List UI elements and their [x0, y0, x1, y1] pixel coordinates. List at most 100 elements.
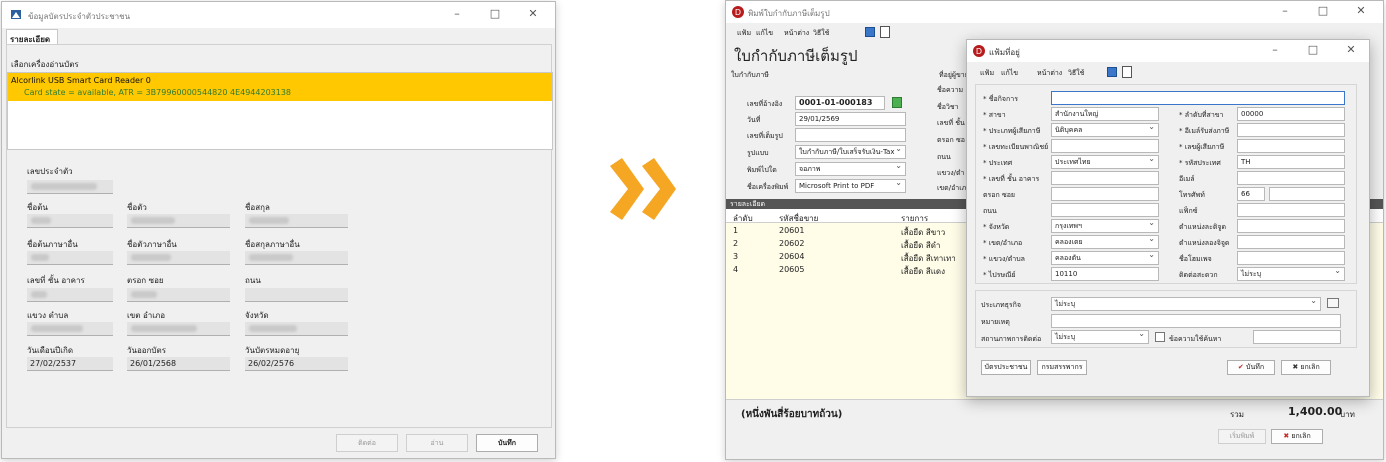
start-print-button[interactable]: เริ่มพิมพ์	[1218, 429, 1266, 444]
menu-bar: แฟ้ม แก้ไข หน้าต่าง วิธีใช้	[726, 24, 1383, 40]
dialog-menu-file[interactable]: แฟ้ม	[980, 68, 994, 79]
contact-status-select[interactable]: ไม่ระบุ	[1051, 330, 1149, 344]
reader-group-label: เลือกเครื่องอ่านบัตร	[11, 60, 79, 69]
main-cancel-button[interactable]: ✖ ยกเลิก	[1271, 429, 1323, 444]
menu-file[interactable]: แฟ้ม	[737, 28, 751, 39]
printer-select[interactable]: Microsoft Print to PDF	[795, 179, 906, 193]
dialog-input[interactable]: 00000	[1237, 107, 1345, 121]
dialog-input[interactable]	[1237, 171, 1345, 185]
subdistrict-field	[27, 322, 113, 336]
dialog-field-label: ติดต่อสะดวก	[1179, 271, 1218, 279]
printer-label: ชื่อเครื่องพิมพ์	[747, 183, 789, 191]
dialog-select[interactable]: คลองตัน	[1051, 251, 1159, 265]
format-select[interactable]: ใบกำกับภาษี/ใบเสร็จรับเงิน-Tax	[795, 145, 906, 159]
total-value: 1,400.00	[1288, 405, 1343, 418]
search-msg-checkbox[interactable]	[1155, 332, 1165, 342]
maximize-button[interactable]: □	[1309, 3, 1337, 19]
reader-list[interactable]: Alcorlink USB Smart Card Reader 0 Card s…	[7, 72, 553, 150]
dialog-input[interactable]	[1051, 171, 1159, 185]
menu-window[interactable]: หน้าต่าง	[784, 28, 809, 39]
dialog-input[interactable]	[1237, 139, 1345, 153]
cell-code: 20604	[779, 252, 805, 261]
remark-field[interactable]	[1051, 314, 1341, 328]
dialog-input[interactable]	[1051, 187, 1159, 201]
menu-help[interactable]: วิธีใช้	[813, 28, 829, 39]
dialog-input[interactable]	[1237, 203, 1345, 217]
dialog-input[interactable]	[1051, 139, 1159, 153]
dialog-select[interactable]: คลองเตย	[1051, 235, 1159, 249]
calculator-icon[interactable]	[865, 27, 875, 37]
read-button[interactable]: อ่าน	[406, 434, 468, 452]
doc-no-label: เลขที่อ้างอิง	[747, 100, 783, 108]
dialog-menu-help[interactable]: วิธีใช้	[1068, 68, 1084, 79]
dialog-minimize-button[interactable]: –	[1261, 42, 1289, 58]
dialog-menu-window[interactable]: หน้าต่าง	[1037, 68, 1062, 79]
menu-edit[interactable]: แก้ไข	[756, 28, 773, 39]
dialog-input[interactable]	[1237, 235, 1345, 249]
dialog-select[interactable]: กรุงเทพฯ	[1051, 219, 1159, 233]
calendar-icon[interactable]	[880, 26, 890, 38]
cell-no: 1	[733, 226, 739, 235]
col-code[interactable]: รหัสชื่อขาย	[779, 212, 818, 225]
cell-no: 3	[733, 252, 739, 261]
houseno-field	[27, 288, 113, 302]
reader-list-item[interactable]: Alcorlink USB Smart Card Reader 0 Card s…	[8, 73, 552, 101]
cell-no: 2	[733, 239, 739, 248]
folder-icon[interactable]	[1327, 298, 1339, 308]
dialog-save-button[interactable]: ✔ บันทึก	[1227, 360, 1275, 375]
dialog-close-button[interactable]: ✕	[1337, 42, 1365, 58]
dialog-select[interactable]: ประเทศไทย	[1051, 155, 1159, 169]
dialog-save-label: บันทึก	[1246, 363, 1265, 371]
phone-extra-input[interactable]	[1269, 187, 1345, 201]
connect-button[interactable]: ติดต่อ	[336, 434, 398, 452]
id-card-window: ข้อมูลบัตรประจำตัวประชาชน – □ ✕ รายละเอี…	[1, 1, 556, 459]
dialog-input[interactable]	[1051, 203, 1159, 217]
dialog-select[interactable]: นิติบุคคล	[1051, 123, 1159, 137]
col-item[interactable]: รายการ	[901, 212, 928, 225]
dialog-input[interactable]	[1237, 251, 1345, 265]
tab-details[interactable]: รายละเอียด	[6, 29, 58, 45]
dialog-input[interactable]: 66	[1237, 187, 1265, 201]
fullref-field[interactable]	[795, 128, 906, 142]
dialog-input[interactable]	[1237, 123, 1345, 137]
subdistrict-label: แขวง ตำบล	[27, 311, 69, 320]
dialog-field-label: * เขต/อำเภอ	[983, 239, 1023, 247]
calculator-icon[interactable]	[1107, 67, 1117, 77]
doc-no-field[interactable]: 0001-01-000183	[795, 96, 885, 110]
dialog-input[interactable]	[1237, 219, 1345, 233]
total-label: รวม	[1230, 410, 1245, 419]
search-msg-field[interactable]	[1253, 330, 1341, 344]
dialog-input[interactable]: 10110	[1051, 267, 1159, 281]
dialog-field-label: * จังหวัด	[983, 223, 1010, 231]
revenue-dept-button[interactable]: กรมสรรพากร	[1037, 360, 1087, 375]
group-label: ใบกำกับภาษี	[731, 71, 769, 79]
dialog-select[interactable]: ไม่ระบุ	[1237, 267, 1345, 281]
dialog-maximize-button[interactable]: □	[1299, 42, 1327, 58]
dialog-menu-edit[interactable]: แก้ไข	[1001, 68, 1018, 79]
business-type-select[interactable]: ไม่ระบุ	[1051, 297, 1321, 311]
minimize-button[interactable]: –	[443, 6, 471, 22]
date-field[interactable]: 29/01/2569	[795, 112, 906, 126]
dialog-cancel-button[interactable]: ✖ ยกเลิก	[1281, 360, 1331, 375]
dialog-field-label: อีเมล์	[1179, 175, 1195, 183]
close-button[interactable]: ✕	[1347, 3, 1375, 19]
dialog-input[interactable]: สำนักงานใหญ่	[1051, 107, 1159, 121]
col-no[interactable]: ลำดับ	[733, 212, 753, 225]
group-label-2: ที่อยู่ผู้ขาย	[939, 71, 969, 79]
calendar-icon[interactable]	[1122, 66, 1132, 78]
dialog-input[interactable]: TH	[1237, 155, 1345, 169]
alley-label: ตรอก ซอย	[127, 276, 164, 285]
print-to-select[interactable]: จอภาพ	[795, 162, 906, 176]
dialog-input[interactable]	[1051, 91, 1345, 105]
double-chevron-arrow-icon	[610, 158, 676, 220]
dialog-field-label: * ลำดับที่สาขา	[1179, 111, 1224, 119]
maximize-button[interactable]: □	[481, 6, 509, 22]
close-button[interactable]: ✕	[519, 6, 547, 22]
lookup-icon[interactable]	[892, 97, 902, 108]
seller-field-label: เลขที่ ชั้น	[937, 119, 965, 127]
minimize-button[interactable]: –	[1271, 3, 1299, 19]
id-card-button[interactable]: บัตรประชาชน	[981, 360, 1031, 375]
dialog-field-label: * เลขทะเบียนพาณิชย์	[983, 143, 1049, 151]
save-button[interactable]: บันทึก	[476, 434, 538, 452]
cell-code: 20601	[779, 226, 805, 235]
